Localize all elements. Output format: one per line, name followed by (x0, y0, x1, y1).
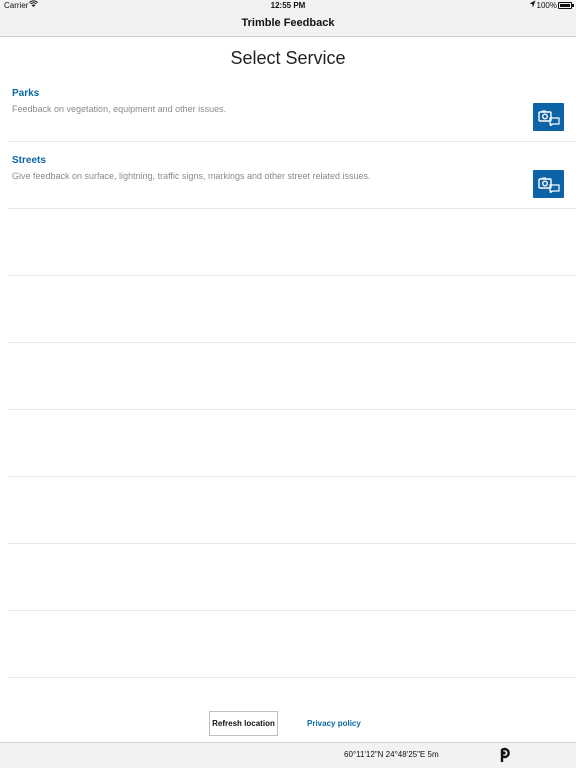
empty-row (8, 611, 576, 678)
battery-icon (558, 2, 574, 9)
clock: 12:55 PM (270, 1, 306, 10)
service-item-parks[interactable]: Parks Feedback on vegetation, equipment … (8, 75, 576, 142)
camera-feedback-button[interactable] (533, 170, 564, 198)
empty-row (8, 544, 576, 611)
location-arrow-icon (529, 0, 536, 10)
service-name[interactable]: Parks (12, 88, 39, 99)
empty-row (8, 276, 576, 343)
page-title: Select Service (230, 48, 346, 68)
battery-percent: 100% (536, 1, 557, 10)
refresh-location-button[interactable]: Refresh location (209, 711, 278, 736)
camera-feedback-button[interactable] (533, 103, 564, 131)
navigation-bar: Trimble Feedback (0, 12, 576, 37)
empty-row (8, 209, 576, 276)
service-name[interactable]: Streets (12, 155, 46, 166)
nav-title: Trimble Feedback (241, 17, 335, 29)
map-pin-icon[interactable] (498, 747, 510, 763)
camera-feedback-icon (537, 110, 560, 126)
empty-row (8, 343, 576, 410)
location-bar: 60°11'12"N 24°48'25"E 5m (0, 742, 576, 768)
service-item-streets[interactable]: Streets Give feedback on surface, lightn… (8, 142, 576, 209)
footer-actions: Refresh location Privacy policy (0, 710, 576, 738)
privacy-policy-link[interactable]: Privacy policy (307, 719, 361, 728)
location-coordinates: 60°11'12"N 24°48'25"E 5m (344, 750, 439, 759)
service-list: Parks Feedback on vegetation, equipment … (0, 75, 576, 745)
empty-row (8, 477, 576, 544)
service-description: Feedback on vegetation, equipment and ot… (12, 104, 227, 114)
empty-row (8, 410, 576, 477)
service-description: Give feedback on surface, lightning, tra… (12, 171, 371, 181)
status-bar: Carrier 12:55 PM 100% (0, 0, 576, 12)
camera-feedback-icon (537, 177, 560, 193)
app-screen: Carrier 12:55 PM 100% Trimble Feedback S… (0, 0, 576, 768)
